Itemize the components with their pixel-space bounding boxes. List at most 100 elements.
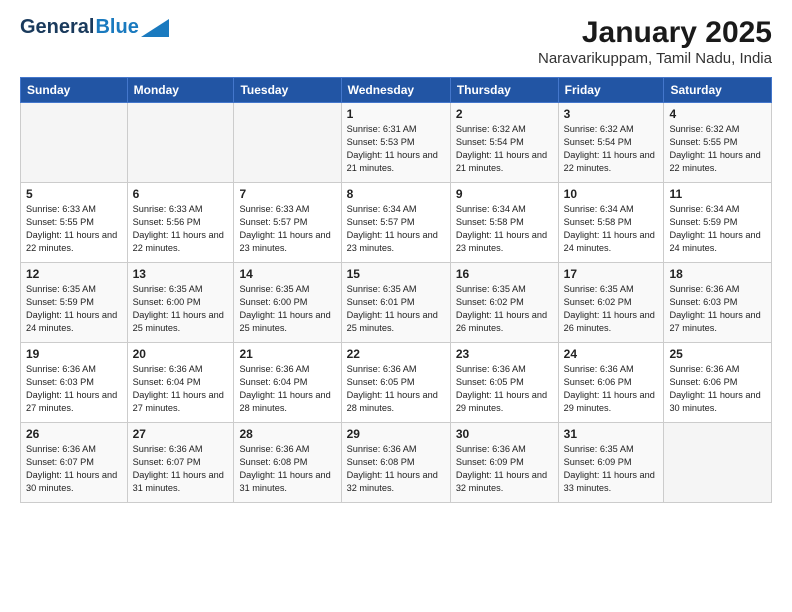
col-friday: Friday (558, 78, 664, 103)
day-info: Sunrise: 6:36 AMSunset: 6:07 PMDaylight:… (26, 443, 122, 495)
table-row (234, 103, 341, 183)
day-number: 7 (239, 187, 335, 201)
calendar-week-row: 5 Sunrise: 6:33 AMSunset: 5:55 PMDaylight… (21, 183, 772, 263)
table-row (21, 103, 128, 183)
day-number: 11 (669, 187, 766, 201)
day-number: 14 (239, 267, 335, 281)
calendar-week-row: 12 Sunrise: 6:35 AMSunset: 5:59 PMDayligh… (21, 263, 772, 343)
day-info: Sunrise: 6:36 AMSunset: 6:04 PMDaylight:… (133, 363, 229, 415)
day-number: 5 (26, 187, 122, 201)
header: General Blue January 2025 Naravarikuppam… (20, 16, 772, 67)
table-row: 5 Sunrise: 6:33 AMSunset: 5:55 PMDaylight… (21, 183, 128, 263)
col-saturday: Saturday (664, 78, 772, 103)
table-row: 17 Sunrise: 6:35 AMSunset: 6:02 PMDayligh… (558, 263, 664, 343)
table-row: 25Sunrise: 6:36 AMSunset: 6:06 PMDayligh… (664, 343, 772, 423)
day-info: Sunrise: 6:31 AMSunset: 5:53 PMDaylight:… (347, 123, 445, 175)
table-row: 23 Sunrise: 6:36 AMSunset: 6:05 PMDayligh… (450, 343, 558, 423)
table-row: 12 Sunrise: 6:35 AMSunset: 5:59 PMDayligh… (21, 263, 128, 343)
day-info: Sunrise: 6:33 AMSunset: 5:55 PMDaylight:… (26, 203, 122, 255)
day-number: 29 (347, 427, 445, 441)
day-number: 16 (456, 267, 553, 281)
day-info: Sunrise: 6:35 AMSunset: 6:09 PMDaylight:… (564, 443, 659, 495)
day-info: Sunrise: 6:35 AMSunset: 6:02 PMDaylight:… (456, 283, 553, 335)
day-info: Sunrise: 6:35 AMSunset: 6:01 PMDaylight:… (347, 283, 445, 335)
day-number: 30 (456, 427, 553, 441)
day-info: Sunrise: 6:35 AMSunset: 6:00 PMDaylight:… (133, 283, 229, 335)
table-row: 20 Sunrise: 6:36 AMSunset: 6:04 PMDayligh… (127, 343, 234, 423)
table-row: 14 Sunrise: 6:35 AMSunset: 6:00 PMDayligh… (234, 263, 341, 343)
table-row: 4Sunrise: 6:32 AMSunset: 5:55 PMDaylight… (664, 103, 772, 183)
day-info: Sunrise: 6:35 AMSunset: 5:59 PMDaylight:… (26, 283, 122, 335)
table-row: 31 Sunrise: 6:35 AMSunset: 6:09 PMDayligh… (558, 423, 664, 503)
table-row: 15 Sunrise: 6:35 AMSunset: 6:01 PMDayligh… (341, 263, 450, 343)
day-info: Sunrise: 6:36 AMSunset: 6:08 PMDaylight:… (239, 443, 335, 495)
day-number: 31 (564, 427, 659, 441)
table-row: 1 Sunrise: 6:31 AMSunset: 5:53 PMDaylight… (341, 103, 450, 183)
day-number: 17 (564, 267, 659, 281)
table-row: 18 Sunrise: 6:36 AMSunset: 6:03 PMDayligh… (664, 263, 772, 343)
table-row: 2Sunrise: 6:32 AMSunset: 5:54 PMDaylight… (450, 103, 558, 183)
table-row: 27Sunrise: 6:36 AMSunset: 6:07 PMDayligh… (127, 423, 234, 503)
day-info: Sunrise: 6:36 AMSunset: 6:03 PMDaylight:… (26, 363, 122, 415)
calendar-week-row: 1 Sunrise: 6:31 AMSunset: 5:53 PMDaylight… (21, 103, 772, 183)
table-row: 22 Sunrise: 6:36 AMSunset: 6:05 PMDayligh… (341, 343, 450, 423)
day-info: Sunrise: 6:36 AMSunset: 6:05 PMDaylight:… (456, 363, 553, 415)
day-number: 8 (347, 187, 445, 201)
day-info: Sunrise: 6:32 AMSunset: 5:54 PMDaylight:… (456, 123, 553, 175)
day-info: Sunrise: 6:33 AMSunset: 5:56 PMDaylight:… (133, 203, 229, 255)
day-info: Sunrise: 6:36 AMSunset: 6:04 PMDaylight:… (239, 363, 335, 415)
day-number: 23 (456, 347, 553, 361)
day-number: 1 (347, 107, 445, 121)
day-number: 25 (669, 347, 766, 361)
day-number: 18 (669, 267, 766, 281)
col-tuesday: Tuesday (234, 78, 341, 103)
table-row: 6 Sunrise: 6:33 AMSunset: 5:56 PMDaylight… (127, 183, 234, 263)
logo: General Blue (20, 16, 169, 39)
day-info: Sunrise: 6:36 AMSunset: 6:07 PMDaylight:… (133, 443, 229, 495)
day-info: Sunrise: 6:32 AMSunset: 5:55 PMDaylight:… (669, 123, 766, 175)
day-number: 3 (564, 107, 659, 121)
day-number: 22 (347, 347, 445, 361)
day-number: 26 (26, 427, 122, 441)
day-info: Sunrise: 6:35 AMSunset: 6:02 PMDaylight:… (564, 283, 659, 335)
calendar-week-row: 19 Sunrise: 6:36 AMSunset: 6:03 PMDayligh… (21, 343, 772, 423)
day-info: Sunrise: 6:36 AMSunset: 6:06 PMDaylight:… (564, 363, 659, 415)
table-row: 28 Sunrise: 6:36 AMSunset: 6:08 PMDayligh… (234, 423, 341, 503)
table-row: 19 Sunrise: 6:36 AMSunset: 6:03 PMDayligh… (21, 343, 128, 423)
day-number: 28 (239, 427, 335, 441)
day-info: Sunrise: 6:36 AMSunset: 6:08 PMDaylight:… (347, 443, 445, 495)
day-info: Sunrise: 6:34 AMSunset: 5:58 PMDaylight:… (564, 203, 659, 255)
logo-general: General (20, 16, 94, 39)
table-row: 26 Sunrise: 6:36 AMSunset: 6:07 PMDayligh… (21, 423, 128, 503)
day-number: 15 (347, 267, 445, 281)
table-row: 24 Sunrise: 6:36 AMSunset: 6:06 PMDayligh… (558, 343, 664, 423)
page: General Blue January 2025 Naravarikuppam… (0, 0, 792, 513)
table-row: 10Sunrise: 6:34 AMSunset: 5:58 PMDayligh… (558, 183, 664, 263)
day-info: Sunrise: 6:36 AMSunset: 6:05 PMDaylight:… (347, 363, 445, 415)
table-row (664, 423, 772, 503)
day-info: Sunrise: 6:33 AMSunset: 5:57 PMDaylight:… (239, 203, 335, 255)
day-number: 24 (564, 347, 659, 361)
day-number: 13 (133, 267, 229, 281)
day-info: Sunrise: 6:35 AMSunset: 6:00 PMDaylight:… (239, 283, 335, 335)
table-row (127, 103, 234, 183)
logo-wing-icon (141, 19, 169, 37)
table-row: 30 Sunrise: 6:36 AMSunset: 6:09 PMDayligh… (450, 423, 558, 503)
calendar-week-row: 26 Sunrise: 6:36 AMSunset: 6:07 PMDayligh… (21, 423, 772, 503)
calendar-title: January 2025 (538, 16, 772, 50)
day-info: Sunrise: 6:36 AMSunset: 6:09 PMDaylight:… (456, 443, 553, 495)
day-number: 6 (133, 187, 229, 201)
day-info: Sunrise: 6:34 AMSunset: 5:58 PMDaylight:… (456, 203, 553, 255)
day-number: 19 (26, 347, 122, 361)
table-row: 21Sunrise: 6:36 AMSunset: 6:04 PMDayligh… (234, 343, 341, 423)
day-number: 12 (26, 267, 122, 281)
col-wednesday: Wednesday (341, 78, 450, 103)
day-info: Sunrise: 6:36 AMSunset: 6:03 PMDaylight:… (669, 283, 766, 335)
calendar-table: Sunday Monday Tuesday Wednesday Thursday… (20, 77, 772, 503)
table-row: 13 Sunrise: 6:35 AMSunset: 6:00 PMDayligh… (127, 263, 234, 343)
day-number: 20 (133, 347, 229, 361)
table-row: 3Sunrise: 6:32 AMSunset: 5:54 PMDaylight… (558, 103, 664, 183)
col-monday: Monday (127, 78, 234, 103)
logo-blue: Blue (95, 16, 138, 39)
day-info: Sunrise: 6:34 AMSunset: 5:59 PMDaylight:… (669, 203, 766, 255)
